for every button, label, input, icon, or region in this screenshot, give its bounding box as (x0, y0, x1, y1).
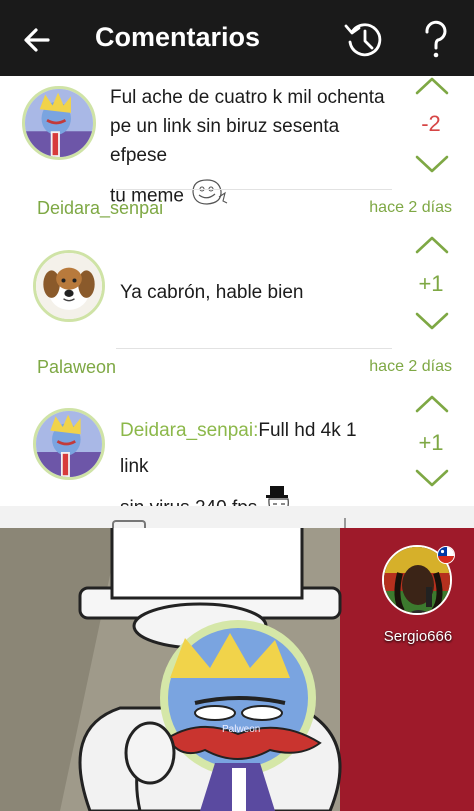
comment-timestamp: hace 2 días (369, 358, 452, 375)
chile-flag-icon (437, 546, 455, 564)
overlay-username[interactable]: Sergio666 (380, 628, 456, 645)
comment-score: -2 (421, 111, 441, 136)
user-avatar[interactable] (33, 408, 105, 480)
attachment-icon[interactable] (112, 520, 146, 528)
vote-control: -2 (401, 76, 461, 186)
user-avatar[interactable] (33, 250, 105, 322)
upvote-chevron-icon[interactable] (415, 76, 449, 96)
comment-username[interactable]: Deidara_senpai (37, 198, 163, 219)
user-avatar[interactable] (22, 86, 96, 160)
help-question-icon[interactable] (418, 18, 454, 62)
mention-link[interactable]: Deidara_senpai: (120, 420, 258, 441)
page-title: Comentarios (95, 22, 261, 52)
comment-username[interactable]: Palaweon (37, 357, 116, 378)
downvote-chevron-icon[interactable] (415, 311, 449, 331)
downvote-chevron-icon[interactable] (415, 468, 449, 488)
comment-text: Ya cabrón, hable bien (120, 282, 304, 303)
comment-item: Ful ache de cuatro k mil ochenta pe un l… (0, 76, 474, 207)
upvote-chevron-icon[interactable] (415, 394, 449, 414)
photo-caption: Palweon (222, 724, 261, 735)
back-arrow-icon[interactable] (18, 20, 58, 60)
comment-score: +1 (418, 430, 444, 455)
comment-score: +1 (418, 271, 444, 296)
comment-timestamp: hace 2 días (369, 199, 452, 216)
vote-control: +1 (401, 235, 461, 345)
comment-line: Deidara_senpai:Full hd 4k 1 link (120, 413, 390, 485)
history-icon[interactable] (342, 18, 386, 62)
vote-control: +1 (401, 394, 461, 504)
comment-meta: Palaweon hace 2 días (0, 349, 474, 389)
upvote-chevron-icon[interactable] (415, 235, 449, 255)
comment-input-bar (0, 506, 474, 528)
top-app-bar: Comentarios (0, 0, 474, 76)
divider (344, 518, 346, 528)
comment-meta: Deidara_senpai hace 2 días (0, 190, 474, 230)
comment-item: Ya cabrón, hable bien +1 (0, 230, 474, 348)
comment-item: Deidara_senpai:Full hd 4k 1 link sin vir… (0, 390, 474, 519)
comment-line: pe un link sin biruz sesenta efpese (110, 116, 340, 166)
downvote-chevron-icon[interactable] (415, 154, 449, 174)
comments-screen: Comentarios Ful ache de cuatro k mil och… (0, 0, 474, 811)
comment-line: Ful ache de cuatro k mil ochenta (110, 87, 385, 108)
